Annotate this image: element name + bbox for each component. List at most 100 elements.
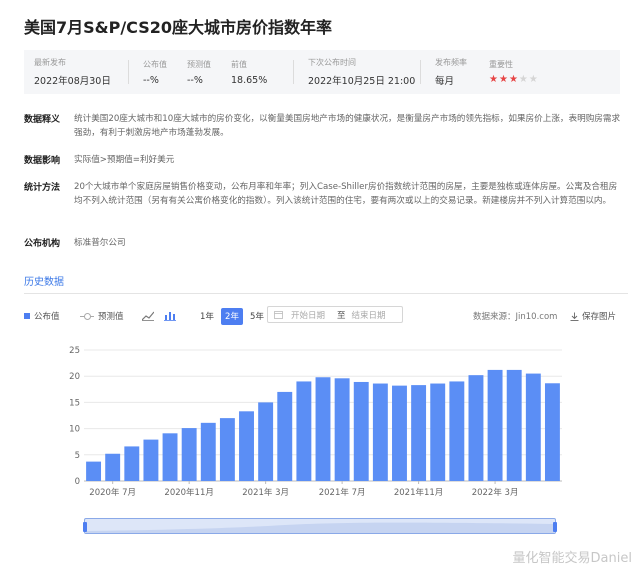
x-tick-label: 2020年11月 xyxy=(164,487,213,498)
bar-chart-svg: 0 5 10 15 20 25 2020年 7月 2020年11月 2021年 3月 2021年 … xyxy=(69,346,562,498)
data-source: 数据来源：Jin10.com xyxy=(473,312,558,322)
star-icon: ★ xyxy=(518,74,528,85)
y-tick-label: 5 xyxy=(75,451,80,461)
star-icon: ★ xyxy=(528,74,538,85)
forecast-label: 预测值 xyxy=(187,59,211,69)
period-selector: 1年 2年 5年 xyxy=(196,306,268,326)
range-slider-right-handle[interactable] xyxy=(553,522,557,532)
detail-label: 公布机构 xyxy=(24,239,61,249)
bar-chart-icon[interactable] xyxy=(164,306,176,326)
divider xyxy=(128,60,129,84)
bar-chart: 0 5 10 15 20 25 2020年 7月 2020年11月 2021年 3月 2021年 … xyxy=(10,335,570,509)
forecast: 预测值 --% xyxy=(177,50,221,94)
bar xyxy=(258,402,274,481)
actual-value: --% xyxy=(143,74,159,86)
period-1y-button[interactable]: 1年 xyxy=(196,308,218,325)
y-tick-label: 0 xyxy=(75,477,80,487)
detail-row-method: 统计方法 20个大城市单个家庭房屋销售价格变动，公布月率和年率；列入Case-S… xyxy=(24,180,624,208)
bar xyxy=(105,453,121,481)
bar xyxy=(449,381,465,481)
range-slider[interactable] xyxy=(83,518,557,534)
bar xyxy=(487,369,503,481)
divider xyxy=(293,60,294,84)
download-icon xyxy=(570,312,579,321)
bar xyxy=(430,383,446,481)
detail-label: 数据影响 xyxy=(24,156,61,166)
x-tick-label: 2021年 7月 xyxy=(319,487,366,498)
latest-release-label: 最新发布 xyxy=(34,58,66,67)
bar xyxy=(86,461,102,481)
divider xyxy=(420,60,421,84)
bar xyxy=(468,375,484,481)
save-image-label: 保存图片 xyxy=(582,312,617,322)
detail-label: 统计方法 xyxy=(24,183,61,193)
latest-release-value: 2022年08月30日 xyxy=(34,76,111,87)
frequency-label: 发布频率 xyxy=(435,58,467,67)
y-tick-label: 10 xyxy=(69,425,80,435)
bar xyxy=(353,381,369,481)
detail-text: 统计美国20座大城市和10座大城市的房价变化，以衡量美国房地产市场的健康状况，是… xyxy=(74,114,621,138)
bar xyxy=(315,377,331,481)
history-data-tab[interactable]: 历史数据 xyxy=(24,273,64,288)
calendar-icon xyxy=(274,310,283,319)
detail-text: 20个大城市单个家庭房屋销售价格变动，公布月率和年率；列入Case-Shille… xyxy=(74,182,618,206)
y-tick-label: 25 xyxy=(69,346,80,356)
line-chart-icon[interactable] xyxy=(142,306,154,326)
actual: 公布值 --% xyxy=(133,50,177,94)
bar xyxy=(372,383,388,481)
forecast-value: --% xyxy=(187,74,203,86)
next-release: 下次公布时间 2022年10月25日 21:00 xyxy=(298,50,416,94)
detail-row-publisher: 公布机构 标准普尔公司 xyxy=(24,236,624,250)
bar xyxy=(544,383,560,481)
period-5y-button[interactable]: 5年 xyxy=(246,308,268,325)
previous-label: 前值 xyxy=(231,59,247,69)
legend-actual-label: 公布值 xyxy=(34,312,60,322)
bar xyxy=(411,385,427,481)
legend-swatch xyxy=(24,313,30,319)
bar xyxy=(334,378,350,481)
y-tick-label: 15 xyxy=(69,398,80,408)
x-tick-label: 2022年 3月 xyxy=(472,487,519,498)
detail-label: 数据释义 xyxy=(24,115,61,125)
range-slider-left-handle[interactable] xyxy=(83,522,87,532)
actual-label: 公布值 xyxy=(143,59,167,69)
x-tick-label: 2020年 7月 xyxy=(89,487,136,498)
bar xyxy=(525,373,541,481)
frequency: 发布频率 每月 xyxy=(425,50,479,94)
bar xyxy=(162,433,178,481)
previous-value: 18.65% xyxy=(231,74,268,86)
next-release-value: 2022年10月25日 21:00 xyxy=(308,76,416,87)
start-date-input[interactable]: 开始日期 xyxy=(291,309,337,321)
importance-label: 重要性 xyxy=(489,60,513,69)
importance-stars: ★ ★ ★ ★ ★ xyxy=(489,75,549,85)
bar xyxy=(296,381,312,481)
bar xyxy=(277,391,293,481)
bar xyxy=(143,439,159,481)
x-tick-label: 2021年 3月 xyxy=(242,487,289,498)
watermark: 量化智能交易Daniel xyxy=(512,551,632,566)
star-icon: ★ xyxy=(489,74,498,85)
previous: 前值 18.65% xyxy=(221,50,277,94)
bar xyxy=(124,446,140,481)
detail-text: 实际值>预期值=利好美元 xyxy=(74,155,175,165)
bar xyxy=(392,385,407,481)
indicator-page: 美国7月S&P/CS20座大城市房价指数年率 最新发布 2022年08月30日 … xyxy=(10,0,638,570)
period-2y-button[interactable]: 2年 xyxy=(221,307,243,325)
legend-forecast[interactable]: 预测值 xyxy=(80,306,124,326)
date-range-picker[interactable]: 开始日期 至 结束日期 xyxy=(267,306,403,323)
importance: 重要性 ★ ★ ★ ★ ★ xyxy=(479,50,549,94)
page-title: 美国7月S&P/CS20座大城市房价指数年率 xyxy=(24,18,333,37)
save-image-button[interactable]: 保存图片 xyxy=(570,306,616,326)
section-divider xyxy=(24,293,628,294)
star-icon: ★ xyxy=(508,74,518,85)
detail-text: 标准普尔公司 xyxy=(74,238,126,248)
legend-forecast-label: 预测值 xyxy=(98,312,124,322)
date-range-separator: 至 xyxy=(337,310,346,321)
latest-release: 最新发布 2022年08月30日 xyxy=(24,50,124,94)
legend-actual[interactable]: 公布值 xyxy=(24,306,60,326)
chart-controls: 公布值 预测值 1年 2年 5年 开始日期 至 结束日期 数据来源：Jin10.… xyxy=(24,306,628,326)
star-icon: ★ xyxy=(498,74,508,85)
end-date-input[interactable]: 结束日期 xyxy=(352,309,386,321)
detail-row-definition: 数据释义 统计美国20座大城市和10座大城市的房价变化，以衡量美国房地产市场的健… xyxy=(24,112,624,140)
next-release-label: 下次公布时间 xyxy=(308,58,356,67)
